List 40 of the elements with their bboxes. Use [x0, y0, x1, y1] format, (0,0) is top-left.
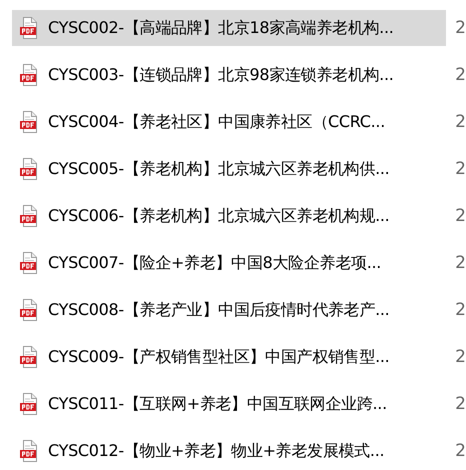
file-name: CYSC005-【养老机构】北京城六区养老机构供...	[48, 158, 390, 180]
pdf-file-icon	[20, 440, 38, 462]
table-cell: 2	[455, 253, 466, 273]
file-row[interactable]: CYSC011-【互联网+养老】中国互联网企业跨...	[12, 386, 446, 422]
file-name: CYSC004-【养老社区】中国康养社区（CCRC...	[48, 112, 385, 132]
file-row[interactable]: CYSC003-【连锁品牌】北京98家连锁养老机构...	[12, 57, 446, 93]
table-cell: 2	[455, 441, 466, 461]
pdf-file-icon	[20, 299, 38, 321]
file-name: CYSC002-【高端品牌】北京18家高端养老机构...	[48, 18, 394, 38]
pdf-file-icon	[20, 205, 38, 227]
file-row[interactable]: CYSC007-【险企+养老】中国8大险企养老项...	[12, 245, 446, 281]
table-cell: 2	[455, 112, 466, 132]
file-row[interactable]: CYSC005-【养老机构】北京城六区养老机构供...	[12, 151, 446, 187]
table-cell: 2	[455, 394, 466, 414]
table-cell: 2	[455, 206, 466, 226]
pdf-file-icon	[20, 17, 38, 39]
file-name: CYSC009-【产权销售型社区】中国产权销售型...	[48, 346, 390, 368]
file-name: CYSC008-【养老产业】中国后疫情时代养老产...	[48, 300, 390, 320]
file-row[interactable]: CYSC006-【养老机构】北京城六区养老机构规...	[12, 198, 446, 234]
pdf-file-icon	[20, 111, 38, 133]
file-row[interactable]: CYSC008-【养老产业】中国后疫情时代养老产...	[12, 292, 446, 328]
pdf-file-icon	[20, 252, 38, 274]
table-cell: 2	[455, 159, 466, 179]
pdf-file-icon	[20, 393, 38, 415]
file-name: CYSC011-【互联网+养老】中国互联网企业跨...	[48, 394, 387, 414]
table-cell: 2	[455, 65, 466, 85]
pdf-file-icon	[20, 64, 38, 86]
table-cell: 2	[455, 300, 466, 320]
file-name: CYSC006-【养老机构】北京城六区养老机构规...	[48, 206, 390, 226]
table-cell: 2	[455, 347, 466, 367]
file-name: CYSC012-【物业+养老】物业+养老发展模式...	[48, 440, 384, 462]
pdf-file-icon	[20, 346, 38, 368]
file-row[interactable]: CYSC004-【养老社区】中国康养社区（CCRC...	[12, 104, 446, 140]
file-name: CYSC003-【连锁品牌】北京98家连锁养老机构...	[48, 64, 394, 86]
file-row[interactable]: CYSC002-【高端品牌】北京18家高端养老机构...	[12, 10, 446, 46]
file-row[interactable]: CYSC012-【物业+养老】物业+养老发展模式...	[12, 433, 446, 469]
pdf-file-icon	[20, 158, 38, 180]
file-row[interactable]: CYSC009-【产权销售型社区】中国产权销售型...	[12, 339, 446, 375]
table-cell: 2	[455, 18, 466, 38]
file-name: CYSC007-【险企+养老】中国8大险企养老项...	[48, 252, 382, 274]
